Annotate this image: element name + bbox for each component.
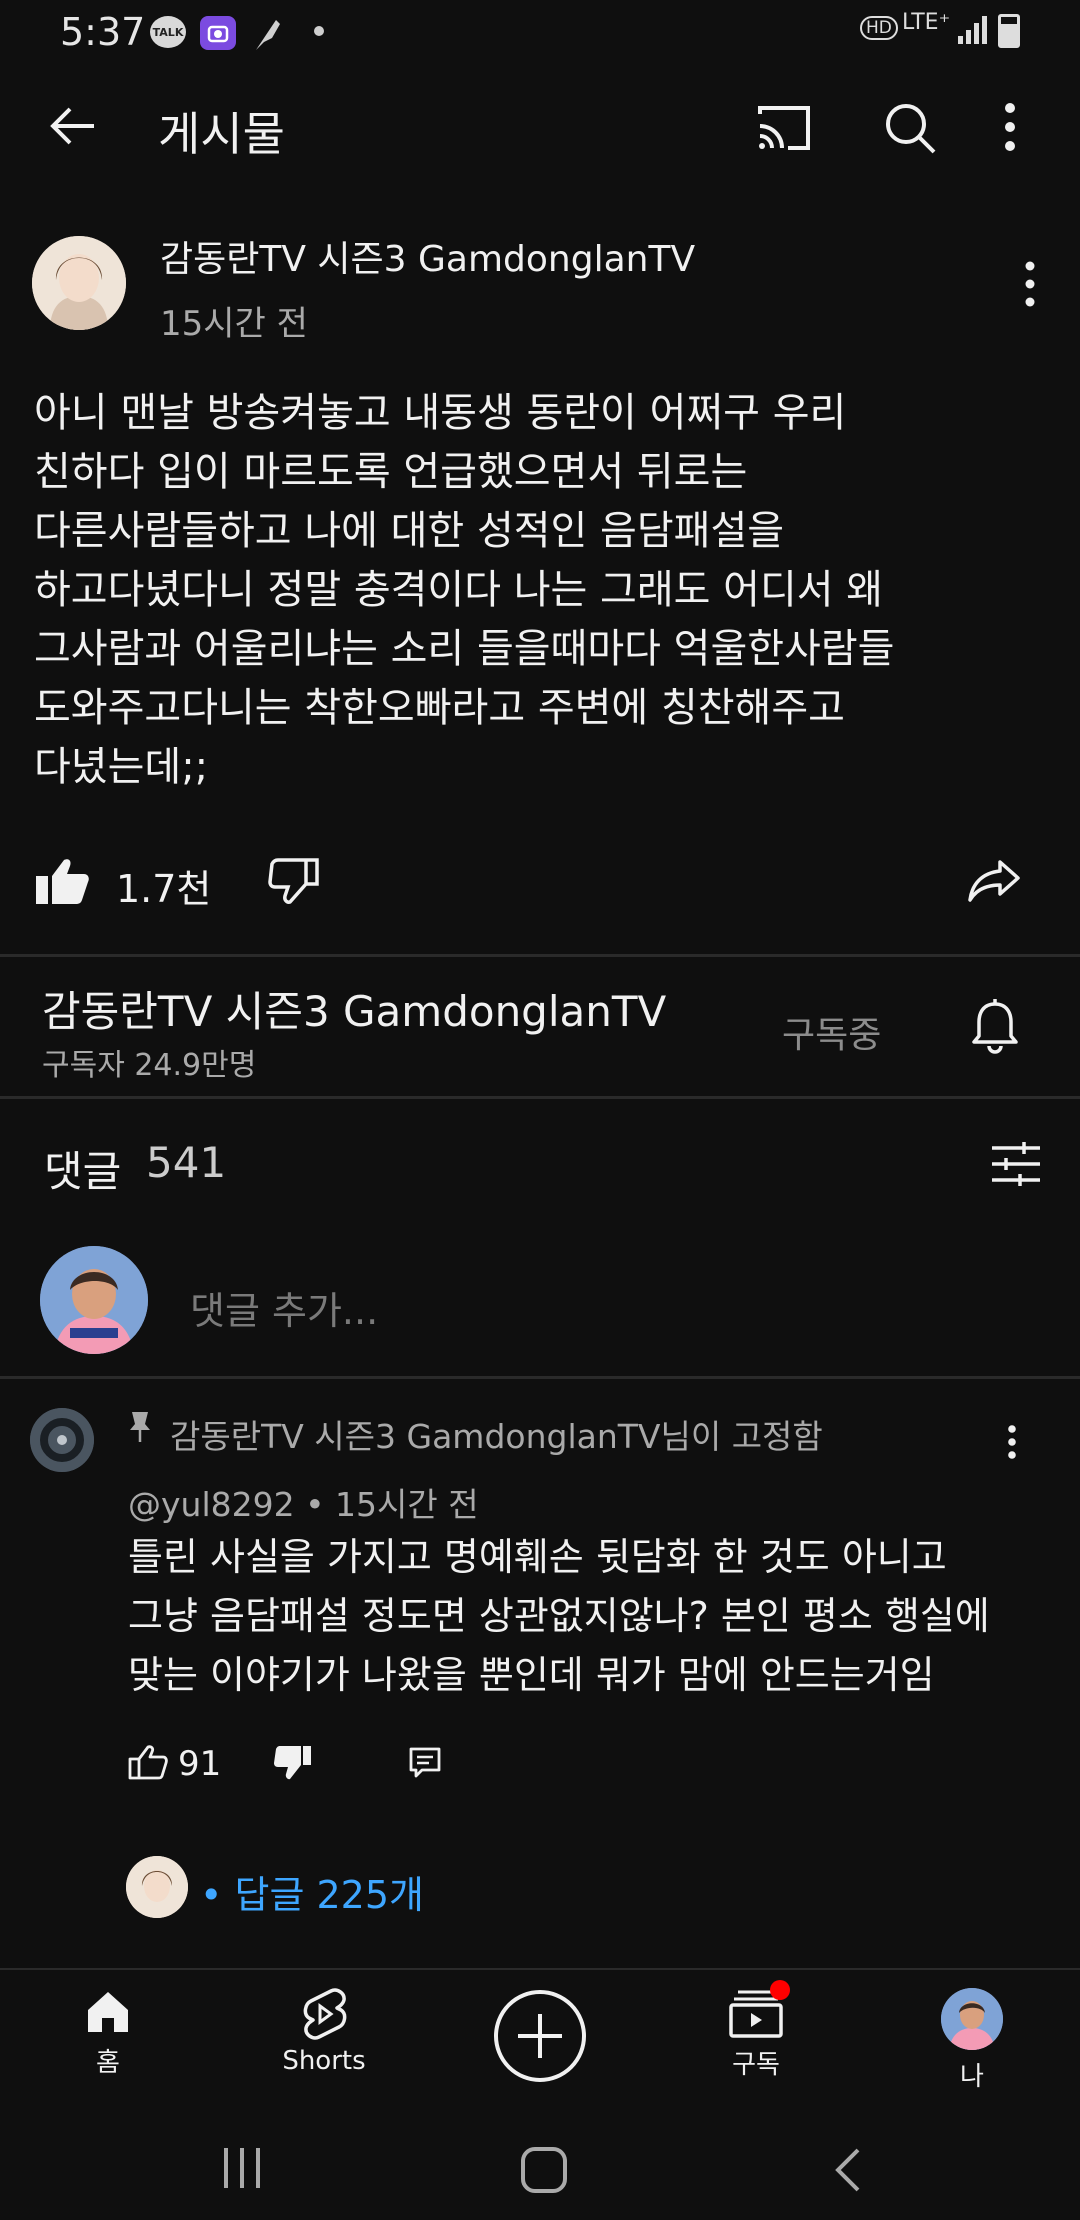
shorts-icon <box>303 1988 347 2040</box>
add-comment-input[interactable]: 댓글 추가... <box>190 1280 378 1335</box>
comments-label: 댓글 <box>44 1147 122 1196</box>
thumbs-up-filled-icon <box>36 859 89 904</box>
pin-icon <box>128 1410 152 1444</box>
share-icon <box>968 860 1020 902</box>
feather-icon <box>250 16 284 52</box>
kakaotalk-icon: TALK <box>150 16 186 48</box>
back-button[interactable] <box>44 96 104 156</box>
system-home-icon <box>521 2147 567 2193</box>
divider <box>0 1096 1080 1099</box>
thumbs-down-icon <box>268 858 319 904</box>
channel-avatar[interactable] <box>32 236 126 330</box>
nav-shorts[interactable]: Shorts <box>244 1988 404 2076</box>
comment-dislike-button[interactable] <box>272 1744 312 1782</box>
subscribed-button[interactable]: 구독중 <box>782 1006 881 1058</box>
status-time: 5:37 <box>60 10 146 54</box>
pinned-by-label: 감동란TV 시즌3 GamdonglanTV님이 고정함 <box>170 1417 823 1456</box>
thumbs-up-icon <box>128 1745 168 1780</box>
more-vertical-icon <box>1008 1425 1016 1459</box>
search-button[interactable] <box>882 100 938 156</box>
nav-subscriptions[interactable]: 구독 <box>676 1980 836 2081</box>
cast-button[interactable] <box>754 100 814 156</box>
bottom-navigation: 홈 Shorts 구독 나 <box>0 1968 1080 2108</box>
hd-voice-icon: HD <box>860 16 898 40</box>
system-home-button[interactable] <box>520 2146 568 2194</box>
comment-like-button[interactable] <box>128 1744 168 1780</box>
camera-app-icon <box>200 16 236 50</box>
subscription-channel-name[interactable]: 감동란TV 시즌3 GamdonglanTV <box>42 978 666 1039</box>
signal-icon <box>956 14 988 46</box>
nav-home[interactable]: 홈 <box>28 1988 188 2079</box>
comment-more-button[interactable] <box>1006 1424 1018 1460</box>
status-bar: 5:37 TALK HD LTE⁺ <box>0 0 1080 66</box>
subscriber-count: 구독자 24.9만명 <box>42 1048 257 1083</box>
reply-icon <box>409 1747 441 1778</box>
post-body-text: 아니 맨날 방송켜놓고 내동생 동란이 어쩌구 우리 친하다 입이 마르도록 언… <box>34 390 895 790</box>
android-navigation-bar <box>0 2110 1080 2220</box>
recent-apps-button[interactable] <box>220 2146 264 2190</box>
thumbs-down-filled-icon <box>274 1746 311 1780</box>
nav-subscriptions-label: 구독 <box>732 2050 780 2080</box>
comment-like-count: 91 <box>178 1744 222 1784</box>
my-avatar <box>40 1246 148 1354</box>
reply-author-avatar <box>126 1856 188 1918</box>
system-back-icon <box>835 2148 860 2192</box>
more-vertical-icon <box>1005 103 1015 151</box>
lte-icon: LTE⁺ <box>902 10 951 35</box>
post-dislike-button[interactable] <box>268 856 320 906</box>
nav-me-label: 나 <box>960 2062 984 2092</box>
commenter-avatar[interactable] <box>30 1408 94 1472</box>
new-content-dot <box>770 1980 790 2000</box>
nav-me[interactable]: 나 <box>892 1988 1052 2093</box>
back-arrow-icon <box>50 107 94 145</box>
nav-home-label: 홈 <box>96 2048 120 2078</box>
search-icon <box>886 104 936 154</box>
home-icon <box>88 1992 128 2032</box>
more-options-button[interactable] <box>1000 100 1020 156</box>
plus-icon <box>518 2014 562 2058</box>
more-vertical-icon <box>1025 261 1035 307</box>
divider <box>0 954 1080 957</box>
me-avatar <box>941 1988 1003 2050</box>
bell-icon <box>972 999 1018 1054</box>
page-title: 게시물 <box>158 107 285 161</box>
notification-dot-icon <box>314 26 324 36</box>
post-channel-name[interactable]: 감동란TV 시즌3 GamdonglanTV <box>160 230 695 282</box>
post-timestamp: 15시간 전 <box>160 304 308 344</box>
post-more-button[interactable] <box>1022 260 1038 308</box>
comment-reply-button[interactable] <box>408 1746 442 1780</box>
comment-body-text: 틀린 사실을 가지고 명예훼손 뒷담화 한 것도 아니고 그냥 음담패설 정도면… <box>128 1535 990 1697</box>
cast-icon <box>758 106 810 150</box>
view-replies-link[interactable]: • 답글 225개 <box>200 1864 424 1919</box>
notification-bell-button[interactable] <box>970 998 1020 1054</box>
battery-icon <box>998 14 1020 48</box>
comments-count: 541 <box>146 1138 227 1187</box>
recent-apps-icon <box>224 2148 260 2188</box>
create-button[interactable] <box>494 1990 586 2082</box>
system-back-button[interactable] <box>830 2146 866 2194</box>
sliders-icon <box>992 1142 1040 1186</box>
divider <box>0 1376 1080 1379</box>
nav-shorts-label: Shorts <box>282 2046 366 2076</box>
share-button[interactable] <box>966 858 1022 902</box>
sort-comments-button[interactable] <box>990 1140 1042 1188</box>
post-like-count: 1.7천 <box>116 867 212 911</box>
post-like-button[interactable] <box>34 856 90 906</box>
commenter-handle-time[interactable]: @yul8292 • 15시간 전 <box>128 1478 479 1526</box>
